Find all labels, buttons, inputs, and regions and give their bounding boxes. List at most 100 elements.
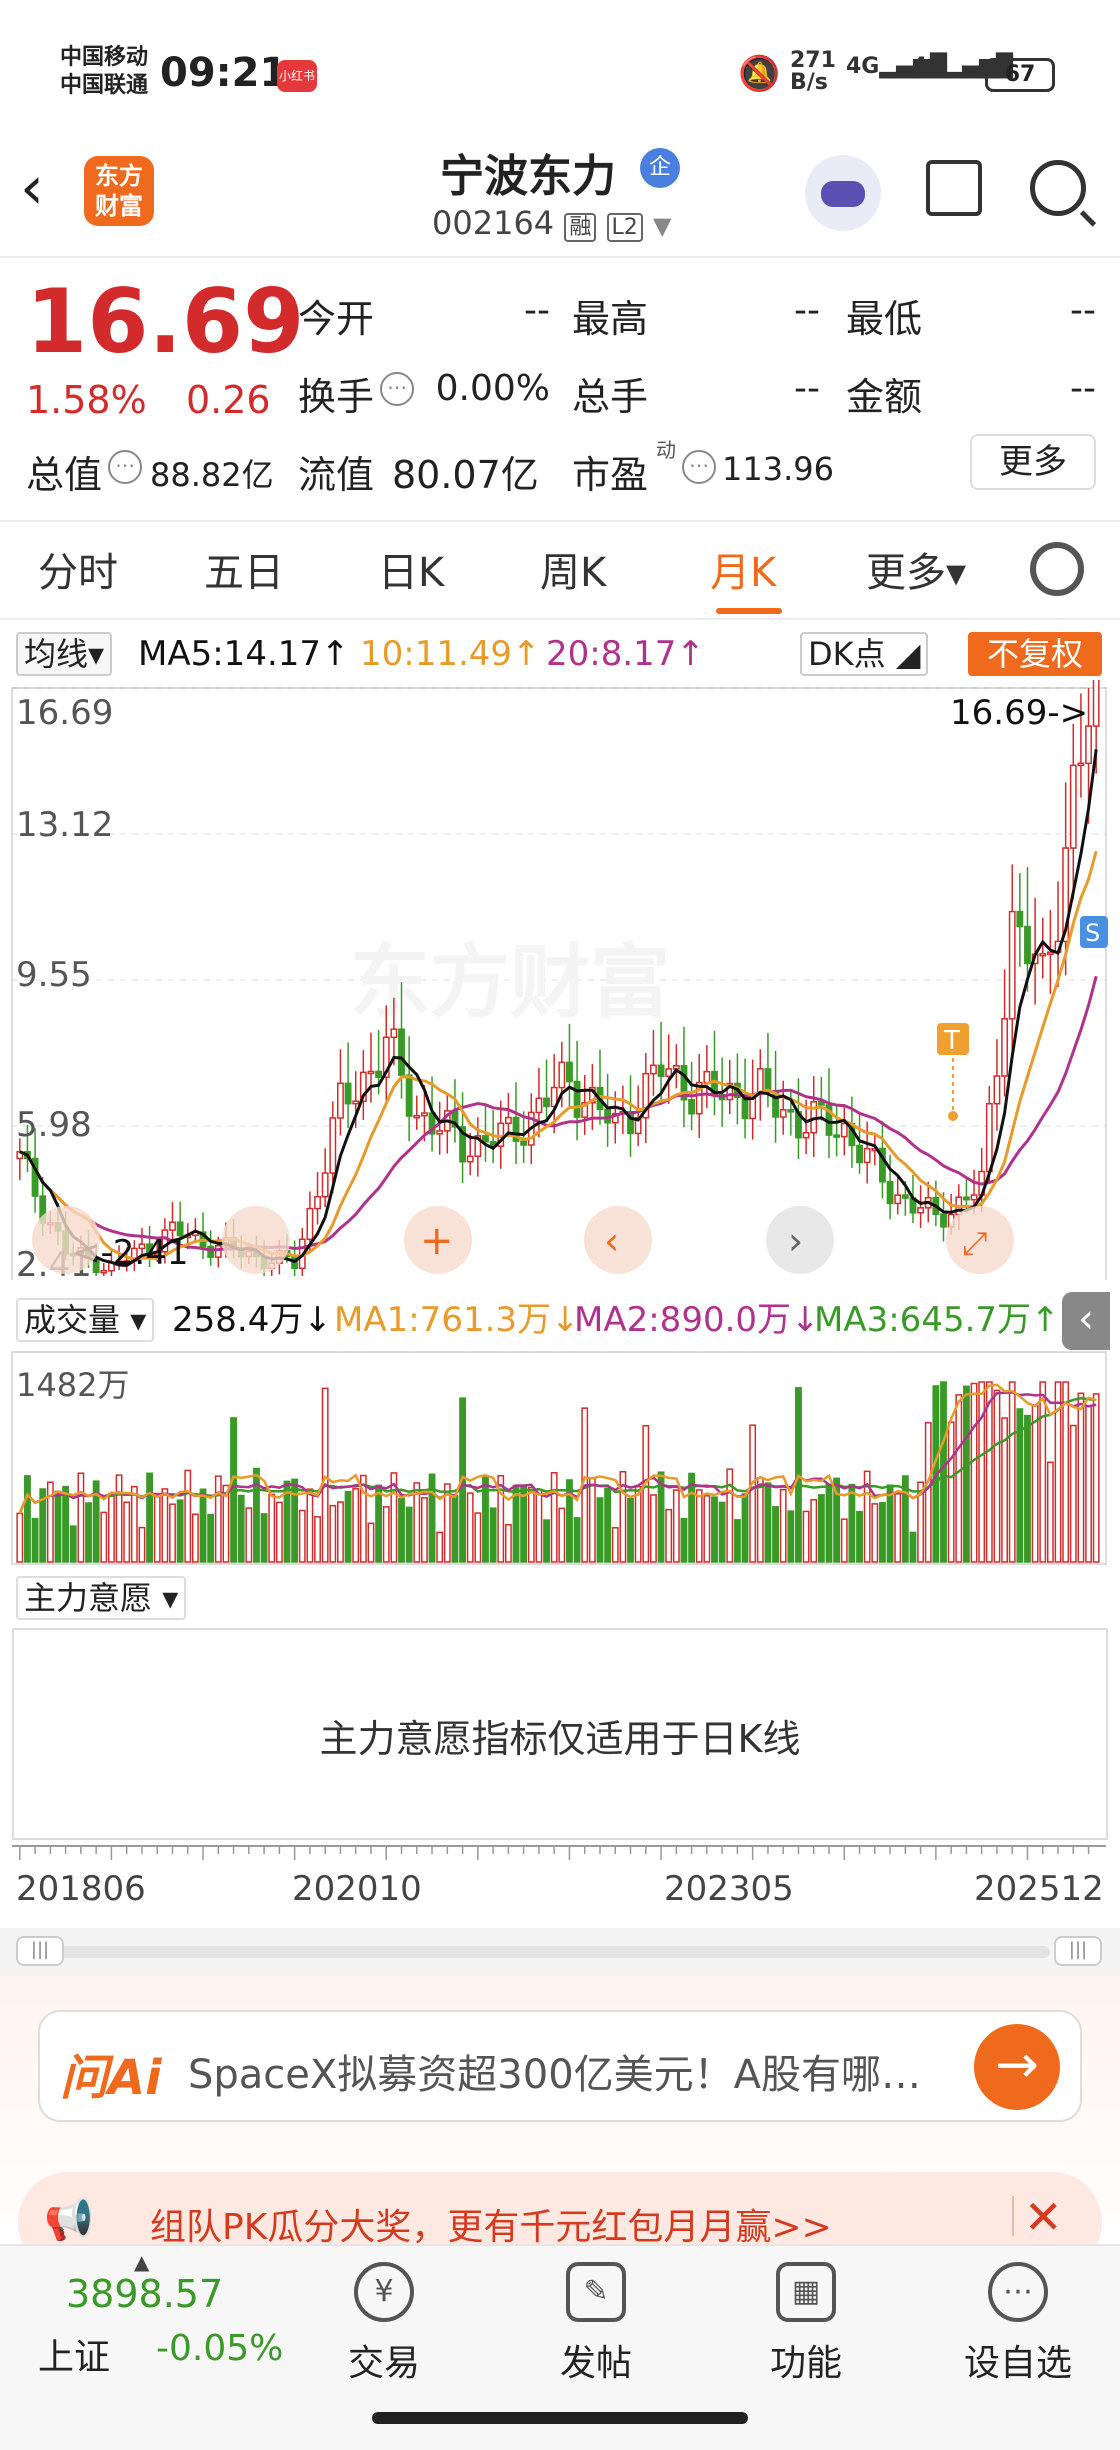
range-slider-track[interactable] <box>60 1946 1050 1958</box>
volume-bar <box>504 1523 512 1563</box>
ai-prompt-text[interactable]: SpaceX拟募资超300亿美元！A股有哪… <box>188 2042 958 2100</box>
volume-bar <box>894 1492 902 1563</box>
ai-robot-icon[interactable] <box>805 155 881 231</box>
nav-post[interactable]: 发帖 <box>516 2334 676 2386</box>
kline-chart[interactable]: 东方财富 16.69 13.12 9.55 5.98 2.41 16.69-> … <box>0 680 1120 1280</box>
volume-bar <box>535 1488 543 1563</box>
volume-bar <box>695 1489 703 1563</box>
volume-bar <box>772 1506 779 1563</box>
volume-bar <box>703 1495 711 1563</box>
volume-bar <box>130 1485 138 1563</box>
promo-text[interactable]: 组队PK瓜分大奖，更有千元红包月月赢>> <box>150 2198 832 2250</box>
volume-bar <box>375 1484 383 1563</box>
close-icon[interactable]: ✕ <box>1024 2190 1063 2244</box>
info-icon[interactable]: ⋯ <box>380 372 414 406</box>
volume-bar <box>871 1503 879 1563</box>
candle-body <box>840 1122 848 1138</box>
volume-value: 258.4万↓ <box>172 1300 332 1340</box>
index-name[interactable]: 上证 <box>38 2328 110 2380</box>
candle-body <box>993 1075 1001 1105</box>
tab-intraday[interactable]: 分时 <box>38 540 118 598</box>
volume-bar <box>85 1502 92 1563</box>
tab-weekly-k[interactable]: 周K <box>540 540 606 598</box>
expand-icon: ⤢ <box>962 1224 988 1262</box>
turnover-label: 换手 <box>298 375 375 419</box>
arrow-right-icon[interactable]: → <box>974 2024 1060 2110</box>
candle-body <box>886 1181 894 1205</box>
stock-code-row[interactable]: 002164 融 L2 ▼ <box>432 204 671 242</box>
trade-icon[interactable]: ¥ <box>354 2262 414 2322</box>
gear-icon[interactable] <box>1030 542 1084 596</box>
candle-body <box>504 1116 512 1125</box>
ma-select[interactable]: 均线▾ <box>16 632 113 676</box>
tab-more[interactable]: 更多▾ <box>866 540 966 598</box>
candle-body <box>535 1097 543 1114</box>
index-change[interactable]: -0.05% <box>156 2328 283 2369</box>
volume-label: 总手 <box>572 375 649 419</box>
back-icon[interactable]: ‹ <box>20 158 44 218</box>
candle-body <box>1069 764 1077 849</box>
x-axis: 201806 202010 202305 202512 <box>12 1845 1106 1909</box>
app-logo[interactable]: 东方 财富 <box>84 156 154 226</box>
volume-bar <box>62 1485 70 1563</box>
dk-label: DK点 <box>808 635 886 673</box>
candle-body <box>520 1140 528 1146</box>
volume-bar <box>420 1497 428 1563</box>
candle-body <box>367 1070 375 1075</box>
volume-bar <box>1069 1424 1077 1563</box>
range-handle-left[interactable]: ||| <box>16 1936 64 1966</box>
enterprise-badge: 企 <box>640 148 680 188</box>
index-value[interactable]: 3898.57 <box>66 2272 223 2316</box>
draw-tool-icon[interactable] <box>32 1206 100 1274</box>
zhuli-select[interactable]: 主力意愿 ▾ <box>16 1576 187 1620</box>
candle-body <box>321 1172 329 1198</box>
more-button[interactable]: 更多 <box>970 434 1096 490</box>
info-icon[interactable]: ⋯ <box>682 450 716 484</box>
volume-bar <box>840 1518 848 1563</box>
signal-label-1: 4G <box>846 54 880 79</box>
volume-bar <box>24 1475 31 1563</box>
nav-watchlist[interactable]: 设自选 <box>938 2334 1098 2386</box>
candle-body <box>375 1070 383 1078</box>
dk-point-select[interactable]: DK点 ◢ <box>800 632 929 676</box>
grid-icon[interactable]: ▦ <box>776 2262 836 2322</box>
float-value: 80.07亿 <box>392 453 539 497</box>
volume-bar <box>237 1494 245 1563</box>
ai-brand-logo: 问Ai <box>60 2050 162 2106</box>
more-dots-icon[interactable]: ⋯ <box>988 2262 1048 2322</box>
nav-trade[interactable]: 交易 <box>304 2334 464 2386</box>
amount-label: 金额 <box>846 375 923 419</box>
post-icon[interactable]: ✎ <box>566 2262 626 2322</box>
pe-label: 市盈 <box>572 453 649 497</box>
chevron-right-icon: › <box>788 1219 803 1263</box>
volume-bar <box>100 1511 108 1563</box>
nav-function[interactable]: 功能 <box>726 2334 886 2386</box>
volume-bar <box>909 1531 917 1563</box>
volume-bar <box>1039 1381 1047 1563</box>
candle-body <box>405 1074 413 1117</box>
tab-daily-k[interactable]: 日K <box>378 540 444 598</box>
volume-select[interactable]: 成交量 ▾ <box>16 1298 155 1342</box>
stock-code: 002164 <box>432 204 555 242</box>
search-icon[interactable] <box>1030 160 1086 216</box>
range-handle-right[interactable]: ||| <box>1054 1936 1102 1966</box>
tab-five-day[interactable]: 五日 <box>204 540 284 598</box>
ma-select-label: 均线 <box>24 635 89 673</box>
zoom-out-icon[interactable] <box>222 1206 290 1274</box>
volume-bar <box>329 1504 337 1563</box>
candle-body <box>466 1155 474 1163</box>
collapse-panel-icon[interactable]: ‹ <box>1062 1292 1110 1350</box>
volume-bar <box>527 1486 535 1563</box>
share-icon[interactable] <box>926 160 982 216</box>
volume-bar <box>337 1501 344 1563</box>
volume-bar <box>680 1517 688 1563</box>
volume-bar <box>588 1477 596 1563</box>
volume-bar <box>672 1489 680 1563</box>
info-icon[interactable]: ⋯ <box>108 450 142 484</box>
volume-chart[interactable]: 1482万 <box>0 1350 1120 1570</box>
x-label-4: 202512 <box>974 1869 1104 1909</box>
no-adjust-button[interactable]: 不复权 <box>968 632 1102 676</box>
candle-body <box>756 1068 764 1095</box>
tab-monthly-k[interactable]: 月K <box>710 540 776 598</box>
x-label-3: 202305 <box>664 1869 794 1909</box>
